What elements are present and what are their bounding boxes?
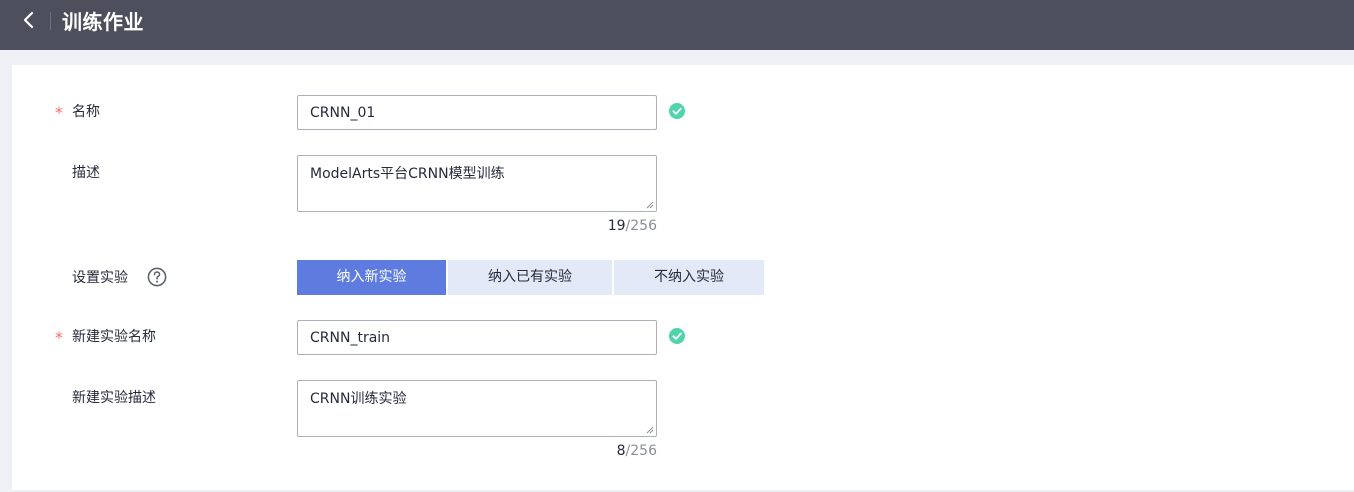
description-label: 描述 xyxy=(72,165,100,181)
segment-existing-experiment[interactable]: 纳入已有实验 xyxy=(448,260,612,295)
question-circle-icon[interactable] xyxy=(147,267,167,287)
check-circle-icon xyxy=(669,328,685,344)
required-mark: * xyxy=(55,328,63,347)
resize-grip-icon[interactable] xyxy=(646,426,654,434)
new-experiment-description-label: 新建实验描述 xyxy=(72,390,156,406)
description-counter: 19/256 xyxy=(537,217,657,235)
description-max: /256 xyxy=(625,218,657,234)
page-title: 训练作业 xyxy=(62,10,144,34)
description-count: 19 xyxy=(607,218,626,234)
new-experiment-description-textarea[interactable] xyxy=(297,380,657,437)
new-experiment-name-input[interactable] xyxy=(297,320,657,355)
new-experiment-name-label: 新建实验名称 xyxy=(72,329,156,345)
page-header: 训练作业 xyxy=(0,0,1354,50)
new-experiment-description-max: /256 xyxy=(625,443,657,459)
segment-new-experiment[interactable]: 纳入新实验 xyxy=(297,260,446,295)
description-textarea[interactable] xyxy=(297,155,657,212)
resize-grip-icon[interactable] xyxy=(646,201,654,209)
chevron-left-icon xyxy=(23,11,34,29)
name-input[interactable] xyxy=(297,95,657,130)
back-button[interactable] xyxy=(16,7,42,33)
new-experiment-description-count: 8 xyxy=(616,443,626,459)
new-experiment-description-counter: 8/256 xyxy=(537,442,657,460)
header-divider xyxy=(50,12,51,30)
check-circle-icon xyxy=(669,103,685,119)
experiment-label: 设置实验 xyxy=(72,270,128,286)
required-mark: * xyxy=(55,103,63,122)
experiment-segmented-control: 纳入新实验 纳入已有实验 不纳入实验 xyxy=(297,260,764,295)
segment-no-experiment[interactable]: 不纳入实验 xyxy=(614,260,764,295)
name-label: 名称 xyxy=(72,104,100,120)
